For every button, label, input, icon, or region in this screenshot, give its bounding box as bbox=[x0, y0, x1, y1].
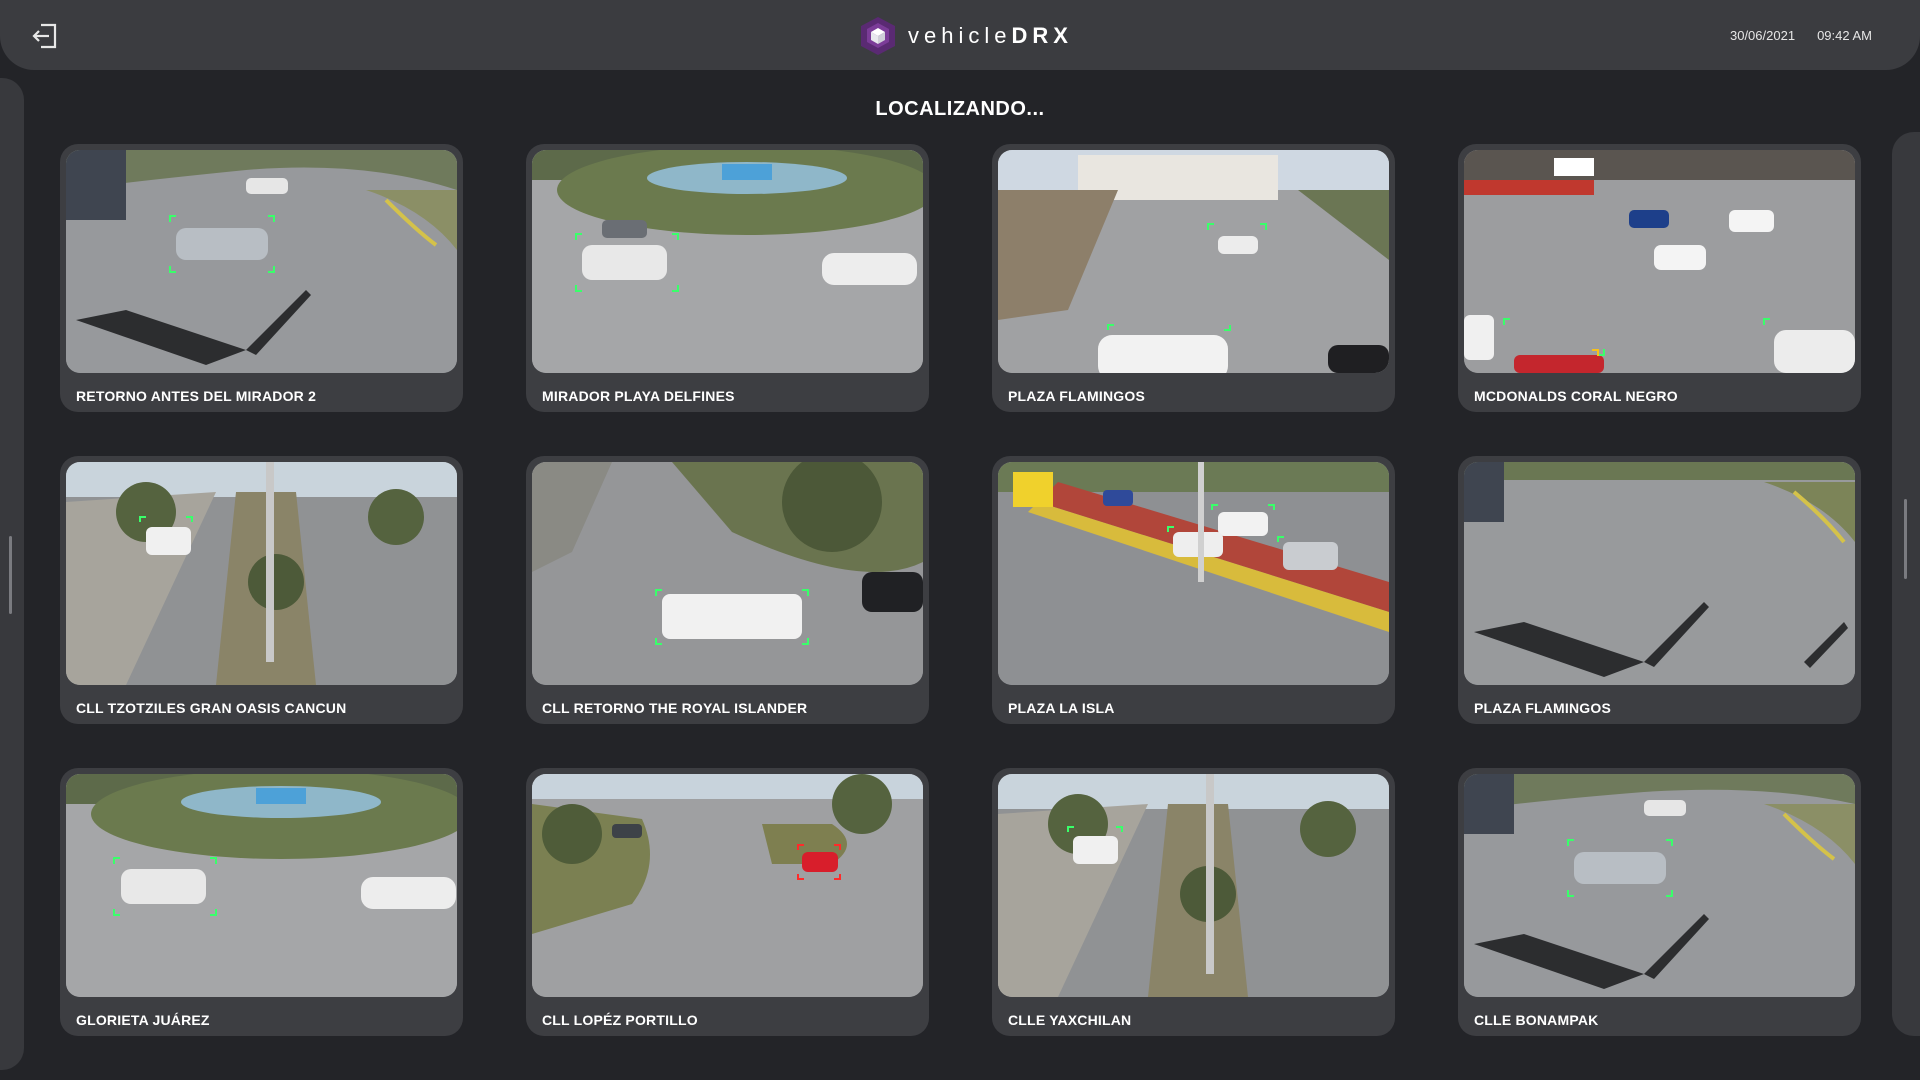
logout-button[interactable] bbox=[30, 21, 60, 51]
camera-card[interactable]: PLAZA FLAMINGOS bbox=[992, 144, 1395, 412]
camera-label: MIRADOR PLAYA DELFINES bbox=[542, 388, 735, 404]
camera-label: CLLE BONAMPAK bbox=[1474, 1012, 1599, 1028]
brand-prefix: vehicle bbox=[908, 23, 1012, 48]
camera-label: CLL LOPÉZ PORTILLO bbox=[542, 1012, 698, 1028]
camera-feed bbox=[66, 774, 457, 997]
camera-card[interactable]: PLAZA FLAMINGOS bbox=[1458, 456, 1861, 724]
page-title: LOCALIZANDO... bbox=[875, 98, 1045, 120]
camera-label: PLAZA LA ISLA bbox=[1008, 700, 1115, 716]
camera-feed bbox=[66, 462, 457, 685]
camera-grid: RETORNO ANTES DEL MIRADOR 2 MIRADOR PLAY… bbox=[60, 144, 1861, 1036]
camera-card[interactable]: GLORIETA JUÁREZ bbox=[60, 768, 463, 1036]
camera-card[interactable]: CLL LOPÉZ PORTILLO bbox=[526, 768, 929, 1036]
left-panel-handle[interactable] bbox=[0, 78, 24, 1070]
camera-card[interactable]: CLLE YAXCHILAN bbox=[992, 768, 1395, 1036]
camera-feed bbox=[1464, 462, 1855, 685]
brand-name: vehicleDRX bbox=[908, 23, 1073, 49]
camera-feed bbox=[66, 150, 457, 373]
camera-card[interactable]: PLAZA LA ISLA bbox=[992, 456, 1395, 724]
camera-label: MCDONALDS CORAL NEGRO bbox=[1474, 388, 1678, 404]
brand-suffix: DRX bbox=[1011, 23, 1073, 48]
camera-feed bbox=[532, 774, 923, 997]
camera-card[interactable]: CLLE BONAMPAK bbox=[1458, 768, 1861, 1036]
left-grip bbox=[9, 536, 12, 614]
camera-feed bbox=[998, 150, 1389, 373]
camera-feed bbox=[1464, 774, 1855, 997]
camera-label: PLAZA FLAMINGOS bbox=[1008, 388, 1146, 404]
camera-card[interactable]: RETORNO ANTES DEL MIRADOR 2 bbox=[60, 144, 463, 412]
right-grip bbox=[1904, 499, 1907, 579]
logout-icon bbox=[32, 23, 57, 49]
camera-label: PLAZA FLAMINGOS bbox=[1474, 700, 1612, 716]
camera-feed bbox=[532, 462, 923, 685]
camera-label: CLL TZOTZILES GRAN OASIS CANCUN bbox=[76, 700, 347, 716]
brand-logo-icon bbox=[861, 17, 895, 55]
camera-feed bbox=[1464, 150, 1855, 373]
camera-feed bbox=[532, 150, 923, 373]
camera-card[interactable]: MIRADOR PLAYA DELFINES bbox=[526, 144, 929, 412]
camera-card[interactable]: CLL TZOTZILES GRAN OASIS CANCUN bbox=[60, 456, 463, 724]
camera-card[interactable]: MCDONALDS CORAL NEGRO bbox=[1458, 144, 1861, 412]
time-text: 09:42 AM bbox=[1817, 28, 1872, 43]
camera-label: CLLE YAXCHILAN bbox=[1008, 1012, 1132, 1028]
camera-card[interactable]: CLL RETORNO THE ROYAL ISLANDER bbox=[526, 456, 929, 724]
right-panel-handle[interactable] bbox=[1892, 132, 1920, 1036]
brand: vehicleDRX bbox=[858, 15, 1073, 57]
datetime: 30/06/2021 09:42 AM bbox=[1730, 28, 1872, 43]
top-bar: vehicleDRX 30/06/2021 09:42 AM bbox=[0, 0, 1920, 70]
camera-label: RETORNO ANTES DEL MIRADOR 2 bbox=[76, 388, 317, 404]
camera-feed bbox=[998, 774, 1389, 997]
camera-feed bbox=[998, 462, 1389, 685]
camera-label: CLL RETORNO THE ROYAL ISLANDER bbox=[542, 700, 808, 716]
date-text: 30/06/2021 bbox=[1729, 28, 1796, 43]
camera-label: GLORIETA JUÁREZ bbox=[76, 1012, 210, 1028]
